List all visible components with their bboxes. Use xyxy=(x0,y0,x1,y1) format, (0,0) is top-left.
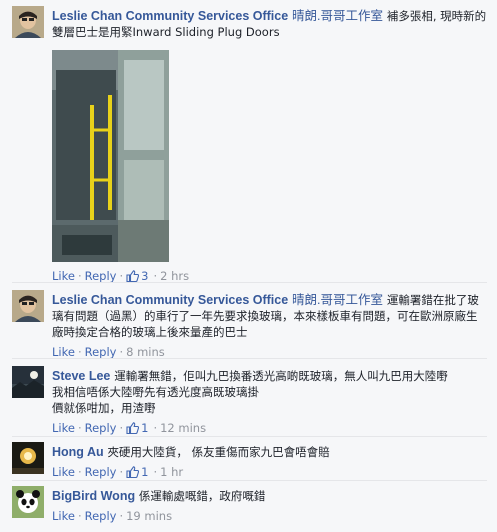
timestamp[interactable]: 2 hrs xyxy=(160,269,189,283)
avatar-image xyxy=(12,290,44,322)
like-count[interactable]: 1 xyxy=(141,421,148,435)
avatar[interactable] xyxy=(12,486,44,518)
like-count[interactable]: 3 xyxy=(141,269,148,283)
avatar-image xyxy=(12,442,44,474)
author-name[interactable]: BigBird Wong xyxy=(52,489,135,503)
comment-text: 運輸署無錯，佢叫九巴換番透光高啲既玻璃，無人叫九巴用大陸嘢 xyxy=(114,369,448,383)
comment-photo[interactable] xyxy=(52,50,169,262)
author-name[interactable]: Steve Lee xyxy=(52,369,110,383)
author-name[interactable]: Leslie Chan Community Services Office xyxy=(52,293,288,307)
divider xyxy=(12,480,487,481)
comment-text-line: 價就係咁加，用渣嘢 xyxy=(52,401,156,415)
reply-link[interactable]: Reply xyxy=(85,269,117,283)
timestamp[interactable]: 19 mins xyxy=(126,509,172,523)
timestamp[interactable]: 1 hr xyxy=(160,465,183,479)
avatar[interactable] xyxy=(12,366,44,398)
author-page-name[interactable]: 晴朗.哥哥工作室 xyxy=(292,293,383,307)
author-name[interactable]: Hong Au xyxy=(52,445,104,459)
like-link[interactable]: Like xyxy=(52,509,75,523)
avatar[interactable] xyxy=(12,442,44,474)
comment-text: 係運輸處嘅錯，政府嘅錯 xyxy=(138,489,266,503)
reply-link[interactable]: Reply xyxy=(85,509,117,523)
like-link[interactable]: Like xyxy=(52,465,75,479)
comment-text: 夾硬用大陸貨， 係友重傷而家九巴會唔會賠 xyxy=(107,445,330,459)
timestamp[interactable]: 8 mins xyxy=(126,345,165,359)
reply-link[interactable]: Reply xyxy=(85,421,117,435)
author-page-name[interactable]: 晴朗.哥哥工作室 xyxy=(292,9,383,23)
divider xyxy=(12,282,487,283)
divider xyxy=(12,358,487,359)
like-link[interactable]: Like xyxy=(52,269,75,283)
like-link[interactable]: Like xyxy=(52,421,75,435)
avatar-image xyxy=(12,366,44,398)
author-name[interactable]: Leslie Chan Community Services Office xyxy=(52,9,288,23)
comment-thread: Leslie Chan Community Services Office 晴朗… xyxy=(0,0,497,532)
like-link[interactable]: Like xyxy=(52,345,75,359)
avatar[interactable] xyxy=(12,6,44,38)
bus-door-photo xyxy=(52,50,169,262)
comment-text-line: 我相信唔係大陸嘢先有透光度高既玻璃掛 xyxy=(52,385,259,399)
reply-link[interactable]: Reply xyxy=(85,345,117,359)
comment-actions: Like · Reply · 3 · 2 hrs xyxy=(52,268,487,286)
like-count[interactable]: 1 xyxy=(141,465,148,479)
reply-link[interactable]: Reply xyxy=(85,465,117,479)
timestamp[interactable]: 12 mins xyxy=(160,421,206,435)
divider xyxy=(12,436,487,437)
comment-actions: Like · Reply · 19 mins xyxy=(52,509,173,523)
avatar-image xyxy=(12,486,44,518)
avatar[interactable] xyxy=(12,290,44,322)
thumbs-up-icon[interactable] xyxy=(126,270,140,286)
avatar-image xyxy=(12,6,44,38)
